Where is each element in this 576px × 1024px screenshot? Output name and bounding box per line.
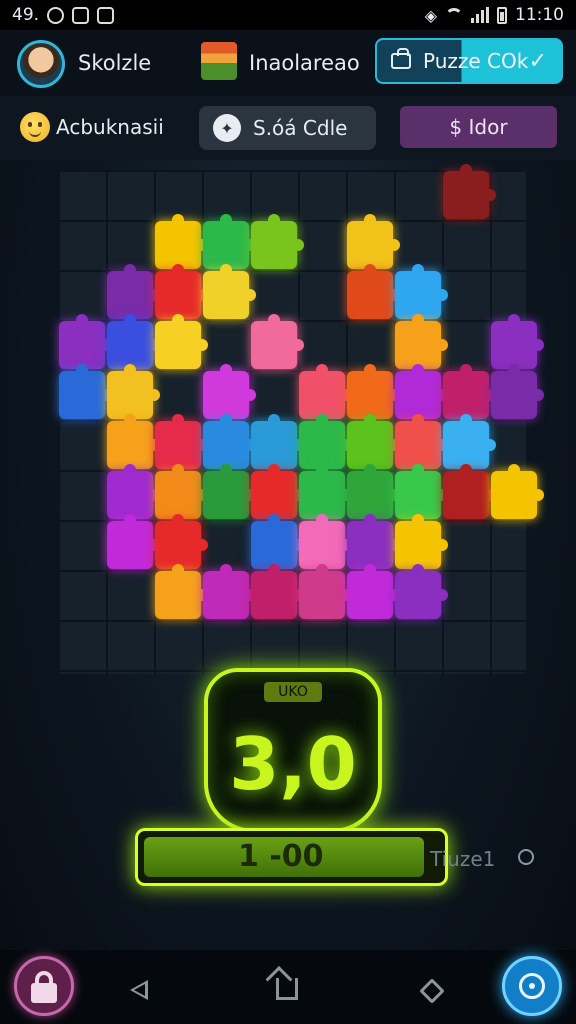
status-bar: 49. ◈ 11:10: [0, 0, 576, 30]
puzzle-piece[interactable]: [203, 364, 256, 419]
notification-icon: [47, 6, 65, 24]
puzzle-piece[interactable]: [251, 514, 304, 569]
puzzle-piece[interactable]: [491, 464, 544, 519]
puzzle-piece[interactable]: [155, 464, 208, 519]
puzzle-piece[interactable]: [107, 364, 160, 419]
puzzle-piece[interactable]: [395, 464, 448, 519]
back-icon[interactable]: [130, 980, 148, 1000]
progress-label: 1 -00: [238, 839, 324, 874]
puzzle-piece[interactable]: [395, 264, 448, 319]
puzzle-piece[interactable]: [347, 414, 400, 469]
puzzle-piece[interactable]: [251, 564, 304, 619]
code-button[interactable]: ✦ S.óá Cdle: [199, 106, 376, 150]
user-name: Skolzle: [78, 51, 152, 75]
progress-bar: 1 -00: [135, 828, 448, 886]
puzzle-piece[interactable]: [395, 364, 448, 419]
idor-button[interactable]: $ Idor: [400, 106, 557, 148]
puzzle-button-label: Puzze COk: [423, 49, 529, 73]
puzzle-piece[interactable]: [299, 564, 352, 619]
puzzle-piece[interactable]: [251, 314, 304, 369]
toolbar-user-label: Acbuknasii: [56, 115, 164, 139]
puzzle-piece[interactable]: [347, 214, 400, 269]
puzzle-piece[interactable]: [155, 514, 208, 569]
puzzle-piece[interactable]: [59, 314, 112, 369]
puzzle-piece[interactable]: [491, 364, 544, 419]
check-icon: ✓: [528, 48, 547, 74]
puzzle-piece[interactable]: [203, 264, 256, 319]
puzzle-piece[interactable]: [347, 514, 400, 569]
location-icon: ◈: [424, 5, 437, 25]
signal-icon: [471, 7, 489, 23]
gallery-icon: [72, 6, 90, 24]
app-title: Inaolareao: [249, 51, 360, 75]
puzzle-piece[interactable]: [347, 364, 400, 419]
puzzle-piece[interactable]: [395, 314, 448, 369]
puzzle-piece[interactable]: [155, 314, 208, 369]
smiley-icon: [20, 112, 50, 142]
score-badge: UKO 3,0: [204, 668, 382, 833]
puzzle-piece[interactable]: [203, 564, 256, 619]
wifi-icon: [445, 8, 463, 22]
status-time-left: 49.: [12, 5, 40, 25]
navigation-bar: [0, 950, 576, 1024]
puzzle-piece[interactable]: [443, 164, 496, 219]
puzzle-piece[interactable]: [443, 414, 496, 469]
puzzle-piece[interactable]: [395, 414, 448, 469]
puzzle-piece[interactable]: [107, 414, 160, 469]
side-note: Tiuze1: [430, 847, 496, 871]
status-time-right: 11:10: [515, 5, 564, 25]
header-bar: Skolzle Inaolareao Puzze COk ✓: [0, 30, 576, 97]
puzzle-piece[interactable]: [347, 264, 400, 319]
puzzle-piece[interactable]: [251, 214, 304, 269]
star-icon: ✦: [213, 114, 241, 142]
puzzle-piece[interactable]: [155, 264, 208, 319]
puzzle-piece[interactable]: [107, 264, 160, 319]
puzzle-piece[interactable]: [107, 314, 160, 369]
info-icon[interactable]: [518, 849, 534, 865]
puzzle-piece[interactable]: [203, 214, 256, 269]
puzzle-piece[interactable]: [395, 564, 448, 619]
app-icon[interactable]: [201, 42, 237, 80]
puzzle-piece[interactable]: [299, 464, 352, 519]
app-notification-icon: [97, 6, 115, 24]
puzzle-piece[interactable]: [107, 514, 160, 569]
puzzle-piece[interactable]: [299, 364, 352, 419]
puzzle-piece[interactable]: [155, 214, 208, 269]
puzzle-piece[interactable]: [347, 464, 400, 519]
puzzle-piece[interactable]: [59, 364, 112, 419]
puzzle-button[interactable]: Puzze COk ✓: [375, 38, 563, 84]
puzzle-piece[interactable]: [155, 414, 208, 469]
recent-icon[interactable]: [419, 978, 445, 1004]
code-button-label: S.óá Cdle: [253, 116, 348, 140]
battery-icon: [497, 6, 507, 24]
puzzle-piece[interactable]: [299, 414, 352, 469]
puzzle-piece[interactable]: [299, 514, 352, 569]
avatar[interactable]: [17, 40, 65, 88]
puzzle-piece[interactable]: [203, 414, 256, 469]
puzzle-piece[interactable]: [443, 364, 496, 419]
puzzle-piece[interactable]: [251, 414, 304, 469]
puzzle-piece[interactable]: [107, 464, 160, 519]
puzzle-piece[interactable]: [395, 514, 448, 569]
puzzle-piece[interactable]: [251, 464, 304, 519]
lock-button[interactable]: [14, 956, 74, 1016]
puzzle-piece[interactable]: [491, 314, 544, 369]
puzzle-piece[interactable]: [443, 464, 496, 519]
puzzle-piece[interactable]: [347, 564, 400, 619]
score-tag: UKO: [264, 682, 322, 702]
home-icon[interactable]: [276, 978, 298, 1000]
target-button[interactable]: [502, 956, 562, 1016]
score-value: 3,0: [229, 722, 357, 806]
puzzle-board[interactable]: [58, 164, 544, 674]
toolbar: Acbuknasii ✦ S.óá Cdle $ Idor: [0, 96, 576, 160]
lock-icon: [391, 48, 411, 69]
puzzle-piece[interactable]: [155, 564, 208, 619]
puzzle-piece[interactable]: [203, 464, 256, 519]
